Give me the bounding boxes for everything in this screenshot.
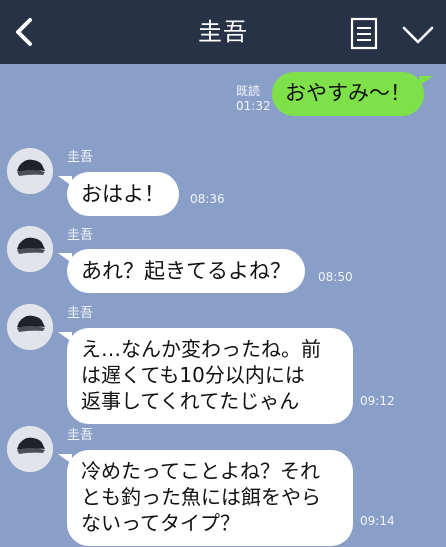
outgoing-message-bubble[interactable]: おやすみ〜！: [272, 72, 433, 116]
sender-name: 圭吾: [67, 306, 94, 321]
avatar-image: [7, 226, 53, 272]
read-label: 既読: [236, 84, 261, 98]
read-status: 既読 01:32: [236, 84, 271, 114]
sender-name: 圭吾: [67, 150, 94, 165]
avatar[interactable]: [7, 426, 53, 472]
avatar-image: [7, 426, 53, 472]
avatar[interactable]: [7, 304, 53, 350]
message-time: 08:50: [318, 270, 353, 284]
incoming-message-bubble[interactable]: あれ？起きてるよね？: [58, 249, 305, 293]
avatar-image: [7, 148, 53, 194]
dropdown-button[interactable]: [400, 22, 436, 48]
incoming-message-bubble[interactable]: 冷めたってことよね？それ とも釣った魚には餌をやら ないってタイプ？: [58, 450, 353, 546]
avatar[interactable]: [7, 226, 53, 272]
message-time: 09:14: [360, 514, 395, 528]
message-time: 01:32: [236, 99, 271, 113]
avatar[interactable]: [7, 148, 53, 194]
chat-header: 圭吾: [0, 0, 446, 64]
sender-name: 圭吾: [67, 228, 94, 243]
notes-button[interactable]: [348, 16, 382, 52]
chevron-down-icon: [402, 26, 434, 44]
avatar-image: [7, 304, 53, 350]
notes-icon: [350, 17, 378, 50]
incoming-message-bubble[interactable]: え…なんか変わったね。前 は遅くても10分以内には 返事してくれてたじゃん: [58, 328, 353, 424]
message-time: 09:12: [360, 394, 395, 408]
sender-name: 圭吾: [67, 428, 94, 443]
message-list[interactable]: 既読 01:32 おやすみ〜！ 圭吾 おはよ！ 08:36 圭吾 あれ？起きてる…: [0, 64, 446, 547]
incoming-message-bubble[interactable]: おはよ！: [58, 172, 179, 216]
message-time: 08:36: [190, 192, 225, 206]
